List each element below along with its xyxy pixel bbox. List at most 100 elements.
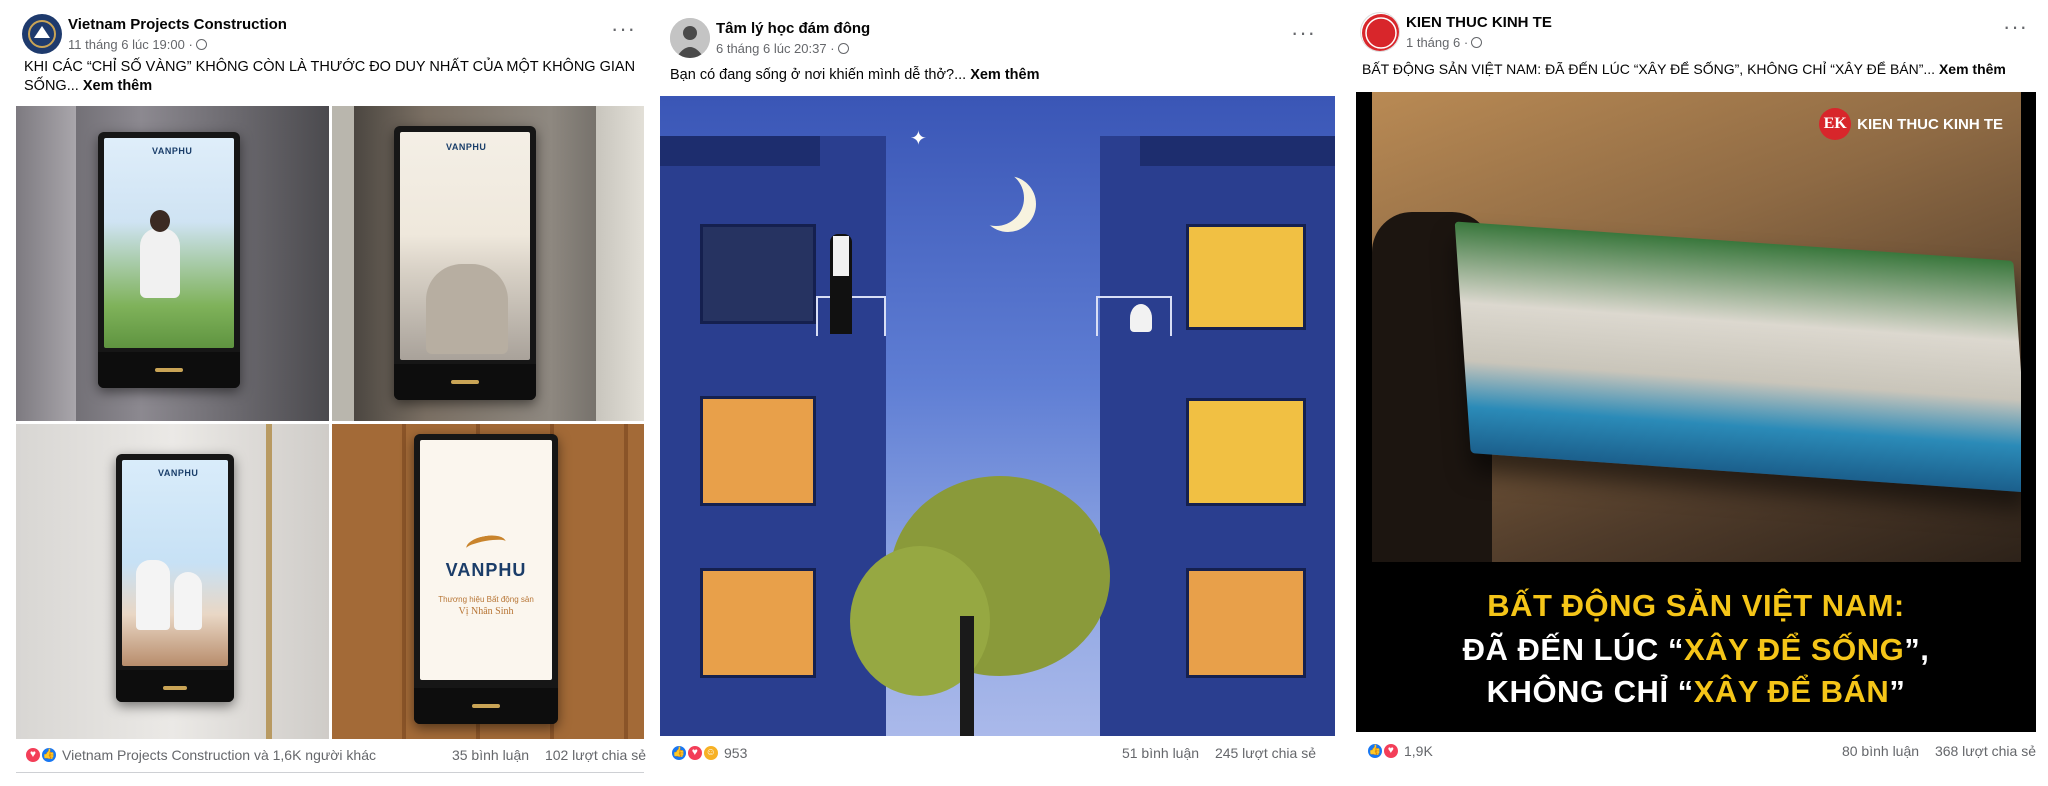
like-reaction-icon: 👍 <box>39 746 58 765</box>
reaction-icons[interactable]: ♥ 👍 <box>24 746 58 766</box>
line2-end: ”, <box>1904 632 1930 667</box>
kiosk-base <box>98 352 240 388</box>
timestamp-text[interactable]: 1 tháng 6 · <box>1406 35 1468 50</box>
share-count[interactable]: 245 lượt chia sẻ <box>1215 745 1316 761</box>
vanphu-logo-icon <box>464 532 508 558</box>
screen-brand: VANPHU <box>445 560 527 580</box>
door-frame <box>596 106 644 421</box>
tree-trunk <box>960 616 974 736</box>
city-model <box>1454 221 2021 493</box>
profile-photo-icon <box>670 18 710 58</box>
tagline-line-1: Thương hiệu Bất động sản <box>438 595 534 604</box>
ek-logo-icon <box>1362 14 1399 51</box>
post-caption: KHI CÁC “CHỈ SỐ VÀNG” KHÔNG CÒN LÀ THƯỚC… <box>24 58 636 96</box>
window-kitchen <box>700 396 816 506</box>
photo-4[interactable]: VANPHU Thương hiệu Bất động sản Vị Nhân … <box>332 424 644 739</box>
globe-icon <box>837 43 849 54</box>
reaction-summary[interactable]: Vietnam Projects Construction và 1,6K ng… <box>62 747 376 763</box>
post-footer: 👍 ♥ ☺ 953 51 bình luận 245 lượt chia sẻ <box>670 742 1316 766</box>
feed-post-vietnam-projects: Vietnam Projects Construction 11 tháng 6… <box>0 0 656 786</box>
kiosk-base <box>414 688 558 724</box>
star-icon: ✦ <box>910 128 927 150</box>
divider <box>16 772 644 773</box>
reaction-icons[interactable]: 👍 ♥ <box>1366 742 1400 762</box>
child-figure <box>174 572 202 630</box>
window-living-room <box>1186 398 1306 506</box>
reaction-summary[interactable]: 953 <box>724 745 747 761</box>
cat-figure <box>1130 304 1152 332</box>
screen-brand: VANPHU <box>446 142 487 152</box>
post-author[interactable]: Vietnam Projects Construction <box>68 16 287 33</box>
comment-count[interactable]: 80 bình luận <box>1842 743 1919 759</box>
kiosk-screen: VANPHU Thương hiệu Bất động sản Vị Nhân … <box>420 440 552 680</box>
line2-highlight: XÂY ĐỂ SỐNG <box>1683 632 1905 667</box>
post-timestamp[interactable]: 1 tháng 6 · <box>1406 35 1483 50</box>
comment-count[interactable]: 51 bình luận <box>1122 745 1199 761</box>
post-author[interactable]: KIEN THUC KINH TE <box>1406 14 1552 31</box>
post-stats: 35 bình luận 102 lượt chia sẻ <box>440 747 646 763</box>
digital-kiosk: VANPHU <box>116 454 234 702</box>
photo-1[interactable]: VANPHU <box>16 106 329 421</box>
post-timestamp[interactable]: 6 tháng 6 lúc 20:37 · <box>716 41 849 56</box>
photo-3[interactable]: VANPHU <box>16 424 329 739</box>
family-figure <box>426 264 508 354</box>
runner-head <box>150 210 170 232</box>
digital-kiosk: VANPHU <box>98 132 240 388</box>
reaction-icons[interactable]: 👍 ♥ ☺ <box>670 744 720 764</box>
post-illustration[interactable]: ✦ <box>660 96 1335 736</box>
post-caption: BẤT ĐỘNG SẢN VIỆT NAM: ĐÃ ĐẾN LÚC “XÂY Đ… <box>1362 60 2038 79</box>
avatar[interactable] <box>1360 12 1400 52</box>
globe-icon <box>195 39 207 50</box>
love-reaction-icon: ♥ <box>1381 742 1400 761</box>
avatar[interactable] <box>670 18 710 58</box>
kiosk-screen: VANPHU <box>122 460 228 666</box>
reaction-summary[interactable]: 1,9K <box>1404 743 1433 759</box>
see-more-link[interactable]: Xem thêm <box>83 78 152 94</box>
post-header: KIEN THUC KINH TE 1 tháng 6 · ··· <box>1360 12 2028 56</box>
photo-grid: VANPHU VANPHU VANPHU VANPHU Thương hiệu … <box>16 106 644 739</box>
more-options-icon[interactable]: ··· <box>611 18 636 40</box>
video-headline-line-1: BẤT ĐỘNG SẢN VIỆT NAM: <box>1487 588 1905 623</box>
post-video[interactable]: EK KIEN THUC KINH TE BẤT ĐỘNG SẢN VIỆT NA… <box>1356 92 2036 732</box>
runner-figure <box>140 228 180 298</box>
timestamp-text[interactable]: 11 tháng 6 lúc 19:00 · <box>68 37 193 52</box>
window-yellow-room <box>1186 224 1306 330</box>
more-options-icon[interactable]: ··· <box>1291 22 1316 44</box>
right-building <box>1096 136 1335 736</box>
kiosk-base <box>116 670 234 702</box>
digital-kiosk: VANPHU <box>394 126 536 400</box>
kiosk-base <box>394 364 536 400</box>
haha-reaction-icon: ☺ <box>701 744 720 763</box>
post-timestamp[interactable]: 11 tháng 6 lúc 19:00 · <box>68 37 207 52</box>
timestamp-text[interactable]: 6 tháng 6 lúc 20:37 · <box>716 41 835 56</box>
post-author[interactable]: Tâm lý học đám đông <box>716 20 870 37</box>
tagline-line-2: Vị Nhân Sinh <box>458 606 514 617</box>
window-fireplace-room <box>1186 568 1306 678</box>
page-logo-icon <box>23 15 61 53</box>
post-header: Vietnam Projects Construction 11 tháng 6… <box>22 14 636 58</box>
wall-edge <box>332 106 354 421</box>
left-building <box>660 136 886 736</box>
post-footer: 👍 ♥ 1,9K 80 bình luận 368 lượt chia sẻ <box>1366 740 2036 764</box>
kiosk-screen: VANPHU <box>400 132 530 360</box>
window-reading-room <box>700 568 816 678</box>
roof-right <box>1140 136 1335 166</box>
kiosk-screen: VANPHU <box>104 138 234 348</box>
video-frame: EK KIEN THUC KINH TE <box>1372 92 2021 562</box>
photo-2[interactable]: VANPHU <box>332 106 644 421</box>
grandparent-figure <box>136 560 170 630</box>
moon-icon <box>968 170 1024 226</box>
video-headline-line-3: KHÔNG CHỈ “XÂY ĐỂ BÁN” <box>1356 674 2036 710</box>
see-more-link[interactable]: Xem thêm <box>1939 61 2006 77</box>
see-more-link[interactable]: Xem thêm <box>970 67 1039 83</box>
video-logo: EK KIEN THUC KINH TE <box>1819 108 2003 140</box>
wall-panel <box>16 106 76 421</box>
share-count[interactable]: 368 lượt chia sẻ <box>1935 743 2036 759</box>
comment-count[interactable]: 35 bình luận <box>452 747 529 763</box>
gold-trim <box>266 424 272 739</box>
screen-brand: VANPHU <box>152 146 193 156</box>
share-count[interactable]: 102 lượt chia sẻ <box>545 747 646 763</box>
more-options-icon[interactable]: ··· <box>2003 16 2028 38</box>
roof-left <box>660 136 820 166</box>
avatar[interactable] <box>22 14 62 54</box>
